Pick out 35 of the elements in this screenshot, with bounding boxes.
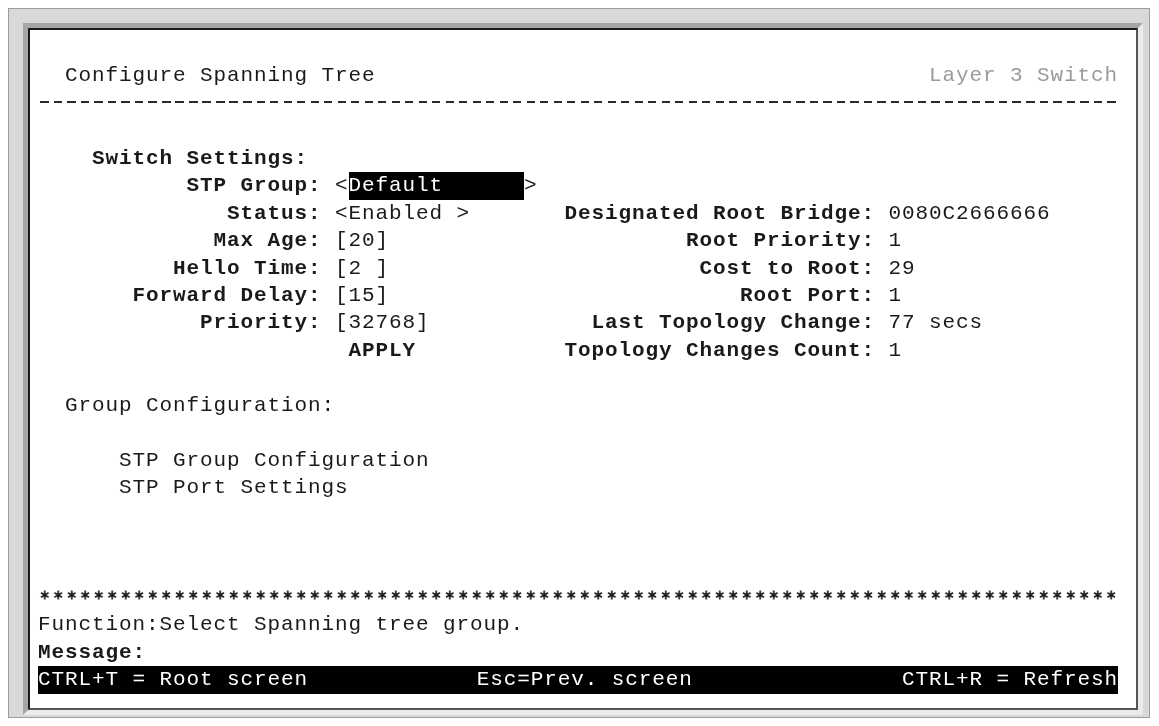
screen-title: Configure Spanning Tree bbox=[65, 63, 376, 90]
input-field[interactable]: [15] bbox=[335, 281, 390, 310]
input-field[interactable]: [2 ] bbox=[335, 254, 390, 282]
key-hint: CTRL+R = Refresh bbox=[901, 667, 1118, 694]
status-label: Root Port: bbox=[739, 283, 875, 307]
status-label: Cost to Root: bbox=[699, 256, 875, 280]
field-label: Priority: bbox=[199, 311, 322, 335]
status-label: Last Topology Change: bbox=[591, 311, 875, 335]
status-label: Root Priority: bbox=[685, 229, 875, 253]
function-hint: Function:Select Spanning tree group. bbox=[38, 612, 525, 639]
key-hint: CTRL+T = Root screen bbox=[38, 667, 310, 694]
field-label: Hello Time: bbox=[172, 256, 322, 280]
status-value: 77 secs bbox=[888, 311, 983, 335]
menu-item[interactable]: STP Port Settings bbox=[119, 474, 349, 502]
key-hint: Esc=Prev. screen bbox=[476, 667, 693, 694]
device-name: Layer 3 Switch bbox=[928, 63, 1118, 90]
menu-item[interactable]: STP Group Configuration bbox=[119, 446, 430, 474]
message-label: Message: bbox=[38, 639, 147, 666]
status-value: 29 bbox=[888, 256, 916, 280]
field-label: Max Age: bbox=[213, 229, 322, 253]
section-heading: Switch Settings: bbox=[92, 145, 309, 172]
field-label: STP Group: bbox=[186, 174, 322, 198]
input-field[interactable]: [32768] bbox=[335, 309, 430, 337]
apply-button[interactable]: APPLY bbox=[348, 336, 416, 365]
status-value: 0080C2666666 bbox=[888, 201, 1051, 225]
select-field[interactable]: <Enabled > bbox=[335, 199, 471, 228]
field-label: Forward Delay: bbox=[132, 283, 322, 307]
status-label: Topology Changes Count: bbox=[564, 338, 876, 362]
input-field[interactable]: [20] bbox=[335, 227, 390, 255]
section-heading: Group Configuration: bbox=[65, 392, 336, 419]
status-value: 1 bbox=[888, 338, 902, 362]
status-value: 1 bbox=[888, 229, 902, 253]
field-label: Status: bbox=[227, 201, 322, 225]
status-value: 1 bbox=[888, 283, 902, 307]
status-label: Designated Root Bridge: bbox=[564, 201, 876, 225]
